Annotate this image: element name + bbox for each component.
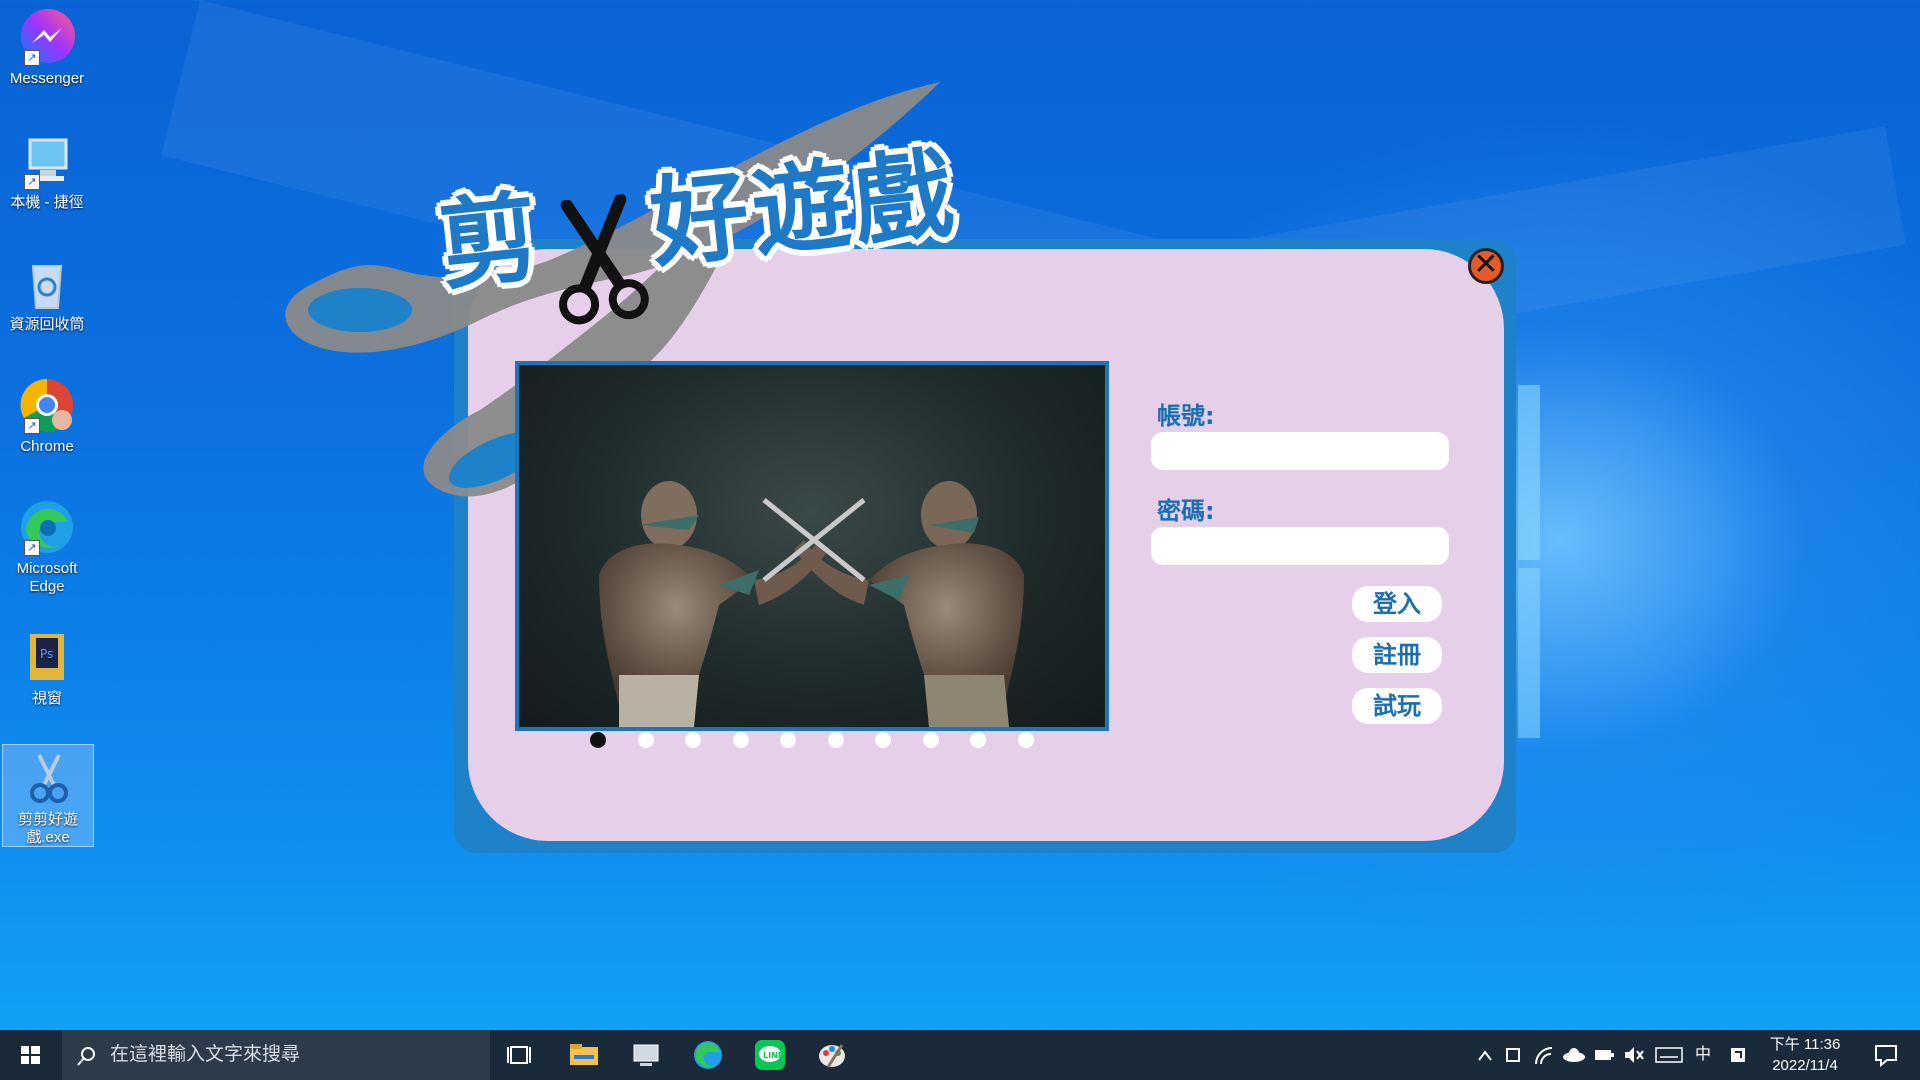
register-button[interactable]: 註冊 [1352,637,1442,673]
carousel-dot[interactable] [733,732,749,748]
start-button[interactable] [0,1030,62,1080]
remote-desktop-icon[interactable] [630,1039,662,1071]
search-icon [77,1047,95,1066]
desktop-icon-this-pc[interactable]: ↗ 本機 - 捷徑 [4,132,90,212]
folder-icon: Ps [18,628,76,686]
desktop-icon-game-exe[interactable]: 剪剪好遊戲.exe [2,744,94,847]
password-label: 密碼: [1157,497,1215,525]
desktop-icon-edge[interactable]: ↗ Microsoft Edge [4,498,90,596]
ime-indicator[interactable]: 中 [1690,1030,1716,1080]
desktop-icon-messenger[interactable]: ↗ Messenger [4,8,90,88]
svg-text:Ps: Ps [40,647,53,661]
title-text-left: 剪 [434,180,548,305]
onedrive-icon[interactable] [1560,1030,1588,1080]
ime-mode-icon[interactable] [1724,1030,1752,1080]
carousel-dot[interactable] [875,732,891,748]
meet-now-icon[interactable] [1500,1030,1528,1080]
volume-muted-icon[interactable] [1620,1030,1648,1080]
messenger-icon: ↗ [18,8,76,66]
account-input[interactable] [1151,432,1449,470]
edge-icon: ↗ [18,498,76,556]
carousel-image [515,361,1109,731]
carousel-dot[interactable] [638,732,654,748]
file-explorer-icon[interactable] [568,1039,600,1071]
keyboard-icon[interactable] [1652,1030,1686,1080]
close-button[interactable]: ✕ [1468,248,1504,284]
battery-icon[interactable] [1590,1030,1618,1080]
carousel-dot[interactable] [828,732,844,748]
edge-taskbar-icon[interactable] [692,1039,724,1071]
taskbar: 在這裡輸入文字來搜尋 LINE 中 下午 11:36 2022/11/4 [0,1030,1920,1080]
desktop-icon-chrome[interactable]: ↗ Chrome [4,376,90,456]
recycle-bin-icon [18,254,76,312]
notifications-icon[interactable] [1866,1030,1906,1080]
clock-time: 下午 11:36 [1769,1036,1841,1053]
account-label: 帳號: [1157,402,1215,430]
this-pc-icon: ↗ [18,132,76,190]
desktop-icon-label: 剪剪好遊戲.exe [17,811,78,846]
carousel-dot[interactable] [685,732,701,748]
carousel-dot[interactable] [780,732,796,748]
desktop-icon-label: 資源回收筒 [9,316,85,333]
desktop-icon-folder[interactable]: Ps 視窗 [4,628,90,708]
scissors-title-icon [537,182,657,325]
desktop-icon-label: Messenger [9,70,85,87]
carousel-dot[interactable] [923,732,939,748]
windows-start-icon [21,1046,40,1064]
fighters-image [599,481,1024,727]
login-button[interactable]: 登入 [1352,586,1442,622]
task-view-icon[interactable] [504,1039,536,1071]
svg-text:LINE: LINE [763,1051,783,1060]
chrome-icon: ↗ [18,376,76,434]
close-icon: ✕ [1473,247,1499,282]
clock-date: 2022/11/4 [1772,1057,1838,1074]
desktop-icon-label: Chrome [20,438,74,455]
carousel-dot[interactable] [970,732,986,748]
carousel-dot[interactable] [590,732,606,748]
desktop-icon-label: 視窗 [31,690,62,707]
windows-logo-backdrop [1518,385,1540,560]
clock[interactable]: 下午 11:36 2022/11/4 [1762,1034,1848,1076]
tray-expand-icon[interactable] [1472,1030,1498,1080]
desktop-icon-label: Microsoft Edge [16,560,78,595]
desktop-icon-recycle-bin[interactable]: 資源回收筒 [4,254,90,334]
taskbar-search[interactable]: 在這裡輸入文字來搜尋 [62,1030,490,1080]
password-input[interactable] [1151,527,1449,565]
scissors-icon [19,749,77,807]
line-icon[interactable]: LINE [754,1039,786,1071]
trial-button[interactable]: 試玩 [1352,688,1442,724]
windows-logo-backdrop [1518,568,1540,738]
search-placeholder: 在這裡輸入文字來搜尋 [110,1044,301,1065]
paint-icon[interactable] [816,1039,848,1071]
desktop-icon-label: 本機 - 捷徑 [10,194,84,211]
wifi-icon[interactable] [1530,1030,1558,1080]
carousel-dot[interactable] [1018,732,1034,748]
